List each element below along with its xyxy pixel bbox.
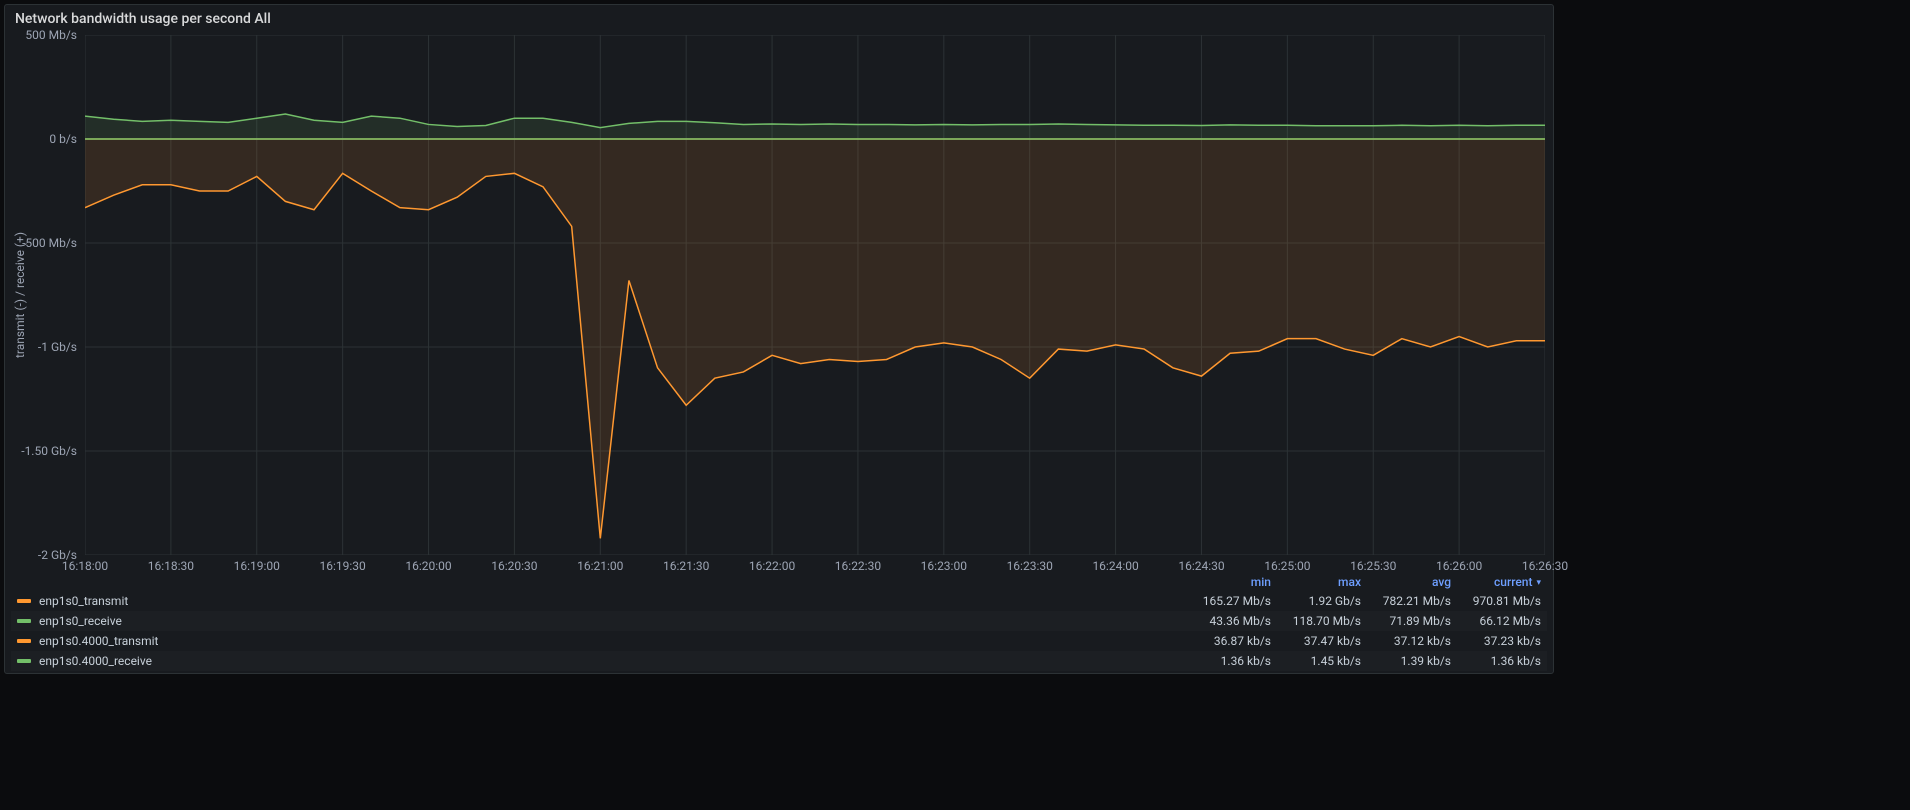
legend-min: 36.87 kb/s <box>1181 634 1271 648</box>
y-tick-label: -500 Mb/s <box>0 236 77 250</box>
legend-series-name: enp1s0.4000_receive <box>39 654 1181 668</box>
legend-row[interactable]: enp1s0_receive43.36 Mb/s118.70 Mb/s71.89… <box>11 611 1547 631</box>
legend-series-name: enp1s0_receive <box>39 614 1181 628</box>
legend-series-name: enp1s0_transmit <box>39 594 1181 608</box>
y-tick-label: 0 b/s <box>0 132 77 146</box>
x-tick-label: 16:22:30 <box>835 559 881 573</box>
y-tick-label: 500 Mb/s <box>0 28 77 42</box>
legend-max: 37.47 kb/s <box>1271 634 1361 648</box>
x-tick-label: 16:18:30 <box>148 559 194 573</box>
x-tick-label: 16:21:00 <box>577 559 623 573</box>
legend-swatch <box>17 619 31 623</box>
legend-current: 66.12 Mb/s <box>1451 614 1541 628</box>
x-tick-label: 16:24:00 <box>1092 559 1138 573</box>
legend-header: min max avg current▾ <box>11 573 1547 591</box>
legend-min: 165.27 Mb/s <box>1181 594 1271 608</box>
x-tick-label: 16:18:00 <box>62 559 108 573</box>
legend-min: 43.36 Mb/s <box>1181 614 1271 628</box>
legend-current: 970.81 Mb/s <box>1451 594 1541 608</box>
legend-swatch <box>17 599 31 603</box>
legend: min max avg current▾ enp1s0_transmit165.… <box>11 573 1547 671</box>
chevron-down-icon: ▾ <box>1536 578 1541 588</box>
legend-row[interactable]: enp1s0.4000_transmit36.87 kb/s37.47 kb/s… <box>11 631 1547 651</box>
chart-series <box>85 35 1545 555</box>
legend-row[interactable]: enp1s0.4000_receive1.36 kb/s1.45 kb/s1.3… <box>11 651 1547 671</box>
legend-avg: 1.39 kb/s <box>1361 654 1451 668</box>
legend-current: 1.36 kb/s <box>1451 654 1541 668</box>
legend-series-name: enp1s0.4000_transmit <box>39 634 1181 648</box>
legend-max: 1.92 Gb/s <box>1271 594 1361 608</box>
x-tick-label: 16:19:30 <box>320 559 366 573</box>
legend-avg: 71.89 Mb/s <box>1361 614 1451 628</box>
legend-avg: 782.21 Mb/s <box>1361 594 1451 608</box>
legend-max: 1.45 kb/s <box>1271 654 1361 668</box>
x-tick-label: 16:23:30 <box>1007 559 1053 573</box>
x-tick-label: 16:25:30 <box>1350 559 1396 573</box>
panel-title: Network bandwidth usage per second All <box>5 5 1553 31</box>
x-tick-label: 16:25:00 <box>1264 559 1310 573</box>
x-tick-label: 16:21:30 <box>663 559 709 573</box>
x-tick-label: 16:23:00 <box>921 559 967 573</box>
legend-col-max[interactable]: max <box>1271 575 1361 589</box>
y-tick-label: -1 Gb/s <box>0 340 77 354</box>
x-tick-label: 16:24:30 <box>1178 559 1224 573</box>
legend-current: 37.23 kb/s <box>1451 634 1541 648</box>
x-tick-label: 16:26:30 <box>1522 559 1568 573</box>
legend-avg: 37.12 kb/s <box>1361 634 1451 648</box>
legend-col-current[interactable]: current▾ <box>1451 575 1541 589</box>
y-tick-label: -1.50 Gb/s <box>0 444 77 458</box>
legend-swatch <box>17 639 31 643</box>
chart-area[interactable]: 500 Mb/s0 b/s-500 Mb/s-1 Gb/s-1.50 Gb/s-… <box>85 35 1545 555</box>
x-tick-label: 16:20:00 <box>405 559 451 573</box>
x-tick-label: 16:22:00 <box>749 559 795 573</box>
legend-col-min[interactable]: min <box>1181 575 1271 589</box>
legend-row[interactable]: enp1s0_transmit165.27 Mb/s1.92 Gb/s782.2… <box>11 591 1547 611</box>
legend-max: 118.70 Mb/s <box>1271 614 1361 628</box>
legend-min: 1.36 kb/s <box>1181 654 1271 668</box>
x-tick-label: 16:19:00 <box>234 559 280 573</box>
legend-swatch <box>17 659 31 663</box>
x-tick-label: 16:20:30 <box>491 559 537 573</box>
x-tick-label: 16:26:00 <box>1436 559 1482 573</box>
chart-panel: Network bandwidth usage per second All t… <box>4 4 1554 674</box>
legend-col-avg[interactable]: avg <box>1361 575 1451 589</box>
